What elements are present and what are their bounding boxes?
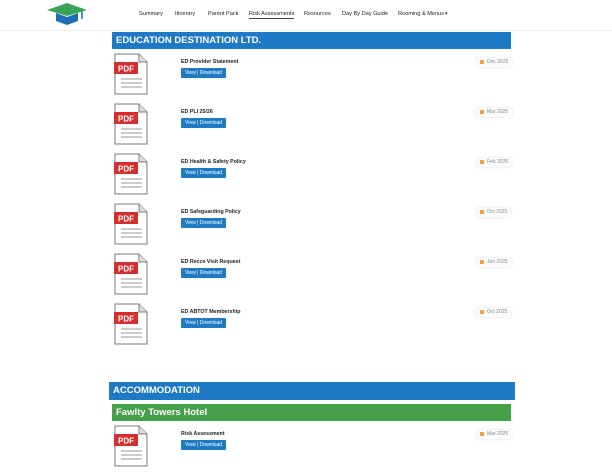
pdf-file-icon: PDF (114, 303, 148, 345)
document-date: Dec 2025 (487, 59, 509, 65)
view-download-button[interactable]: View | Download (181, 168, 227, 178)
section-header-education: EDUCATION DESTINATION LTD. (112, 32, 511, 49)
calendar-icon (480, 159, 484, 164)
calendar-icon (480, 59, 484, 64)
document-date: Mar 2025 (487, 109, 509, 115)
view-download-button[interactable]: View | Download (181, 268, 227, 278)
date-badge: Mar 2025 (476, 108, 513, 117)
document-item: PDF ED Provider Statement View | Downloa… (112, 53, 513, 97)
view-download-button[interactable]: View | Download (181, 68, 227, 78)
pdf-label: PDF (118, 165, 134, 174)
view-download-button[interactable]: View | Download (181, 218, 227, 228)
document-date: Feb 2026 (487, 159, 509, 165)
pdf-label: PDF (118, 215, 134, 224)
pdf-file-icon: PDF (114, 153, 148, 195)
calendar-icon (480, 431, 484, 436)
chevron-down-icon: ▾ (445, 11, 448, 17)
date-badge: Feb 2026 (476, 158, 513, 167)
calendar-icon (480, 209, 484, 214)
date-badge: Dec 2025 (476, 58, 513, 67)
pdf-label: PDF (118, 65, 134, 74)
document-item: PDF ED Recce Visit Request View | Downlo… (112, 253, 512, 297)
pdf-label: PDF (118, 265, 134, 274)
nav-parent-pack[interactable]: Parent Pack (208, 11, 238, 17)
date-badge: Mar 2025 (476, 430, 513, 439)
view-download-button[interactable]: View | Download (181, 440, 227, 450)
document-item: PDF ED Safeguarding Policy View | Downlo… (112, 203, 512, 247)
document-title: Risk Assessment (181, 431, 225, 437)
view-download-button[interactable]: View | Download (181, 318, 227, 328)
date-badge: Jun 2025 (476, 258, 512, 267)
pdf-file-icon: PDF (114, 203, 148, 245)
nav-day-by-day-guide[interactable]: Day By Day Guide (342, 11, 388, 17)
document-title: ED PLI 25/26 (181, 109, 213, 115)
pdf-file-icon: PDF (114, 253, 148, 295)
nav-itinerary[interactable]: Itinerary (175, 11, 195, 17)
document-date: Oct 2025 (487, 309, 508, 315)
top-nav: Summary Itinerary Parent Pack Risk Asses… (0, 0, 612, 31)
nav-summary[interactable]: Summary (139, 11, 163, 17)
document-title: ED Health & Safety Policy (181, 159, 246, 165)
nav-risk-assessments[interactable]: Risk Assessments (249, 11, 295, 19)
pdf-label: PDF (118, 115, 134, 124)
calendar-icon (480, 259, 484, 264)
document-item: PDF ED Health & Safety Policy View | Dow… (112, 153, 513, 197)
pdf-file-icon: PDF (114, 103, 148, 145)
nav-resources[interactable]: Resources (304, 11, 331, 17)
pdf-file-icon: PDF (114, 53, 148, 95)
document-item: PDF ED PLI 25/26 View | Download Mar 202… (112, 103, 513, 147)
document-date: Oct 2025 (487, 209, 508, 215)
document-date: Mar 2025 (487, 431, 509, 437)
document-title: ED Safeguarding Policy (181, 209, 241, 215)
calendar-icon (480, 309, 484, 314)
document-title: ED Recce Visit Request (181, 259, 241, 265)
document-title: ED Provider Statement (181, 59, 239, 65)
section-header-accommodation: ACCOMMODATION (109, 382, 515, 400)
document-title: ED ABTOT Membership (181, 309, 241, 315)
date-badge: Oct 2025 (476, 208, 512, 217)
section-header-hotel: Fawlty Towers Hotel (112, 404, 511, 421)
pdf-label: PDF (118, 315, 134, 324)
document-item: PDF ED ABTOT Membership View | Download … (112, 303, 512, 347)
nav-rooming-menus-label: Rooming & Menus (398, 11, 445, 17)
document-item: PDF Risk Assessment View | Download Mar … (112, 425, 513, 469)
nav-rooming-menus[interactable]: Rooming & Menus▾ (398, 11, 448, 17)
view-download-button[interactable]: View | Download (181, 118, 227, 128)
pdf-label: PDF (118, 437, 134, 446)
graduation-cap-logo-icon[interactable] (45, 3, 89, 25)
calendar-icon (480, 109, 484, 114)
date-badge: Oct 2025 (476, 308, 512, 317)
pdf-file-icon: PDF (114, 425, 148, 467)
document-date: Jun 2025 (487, 259, 508, 265)
